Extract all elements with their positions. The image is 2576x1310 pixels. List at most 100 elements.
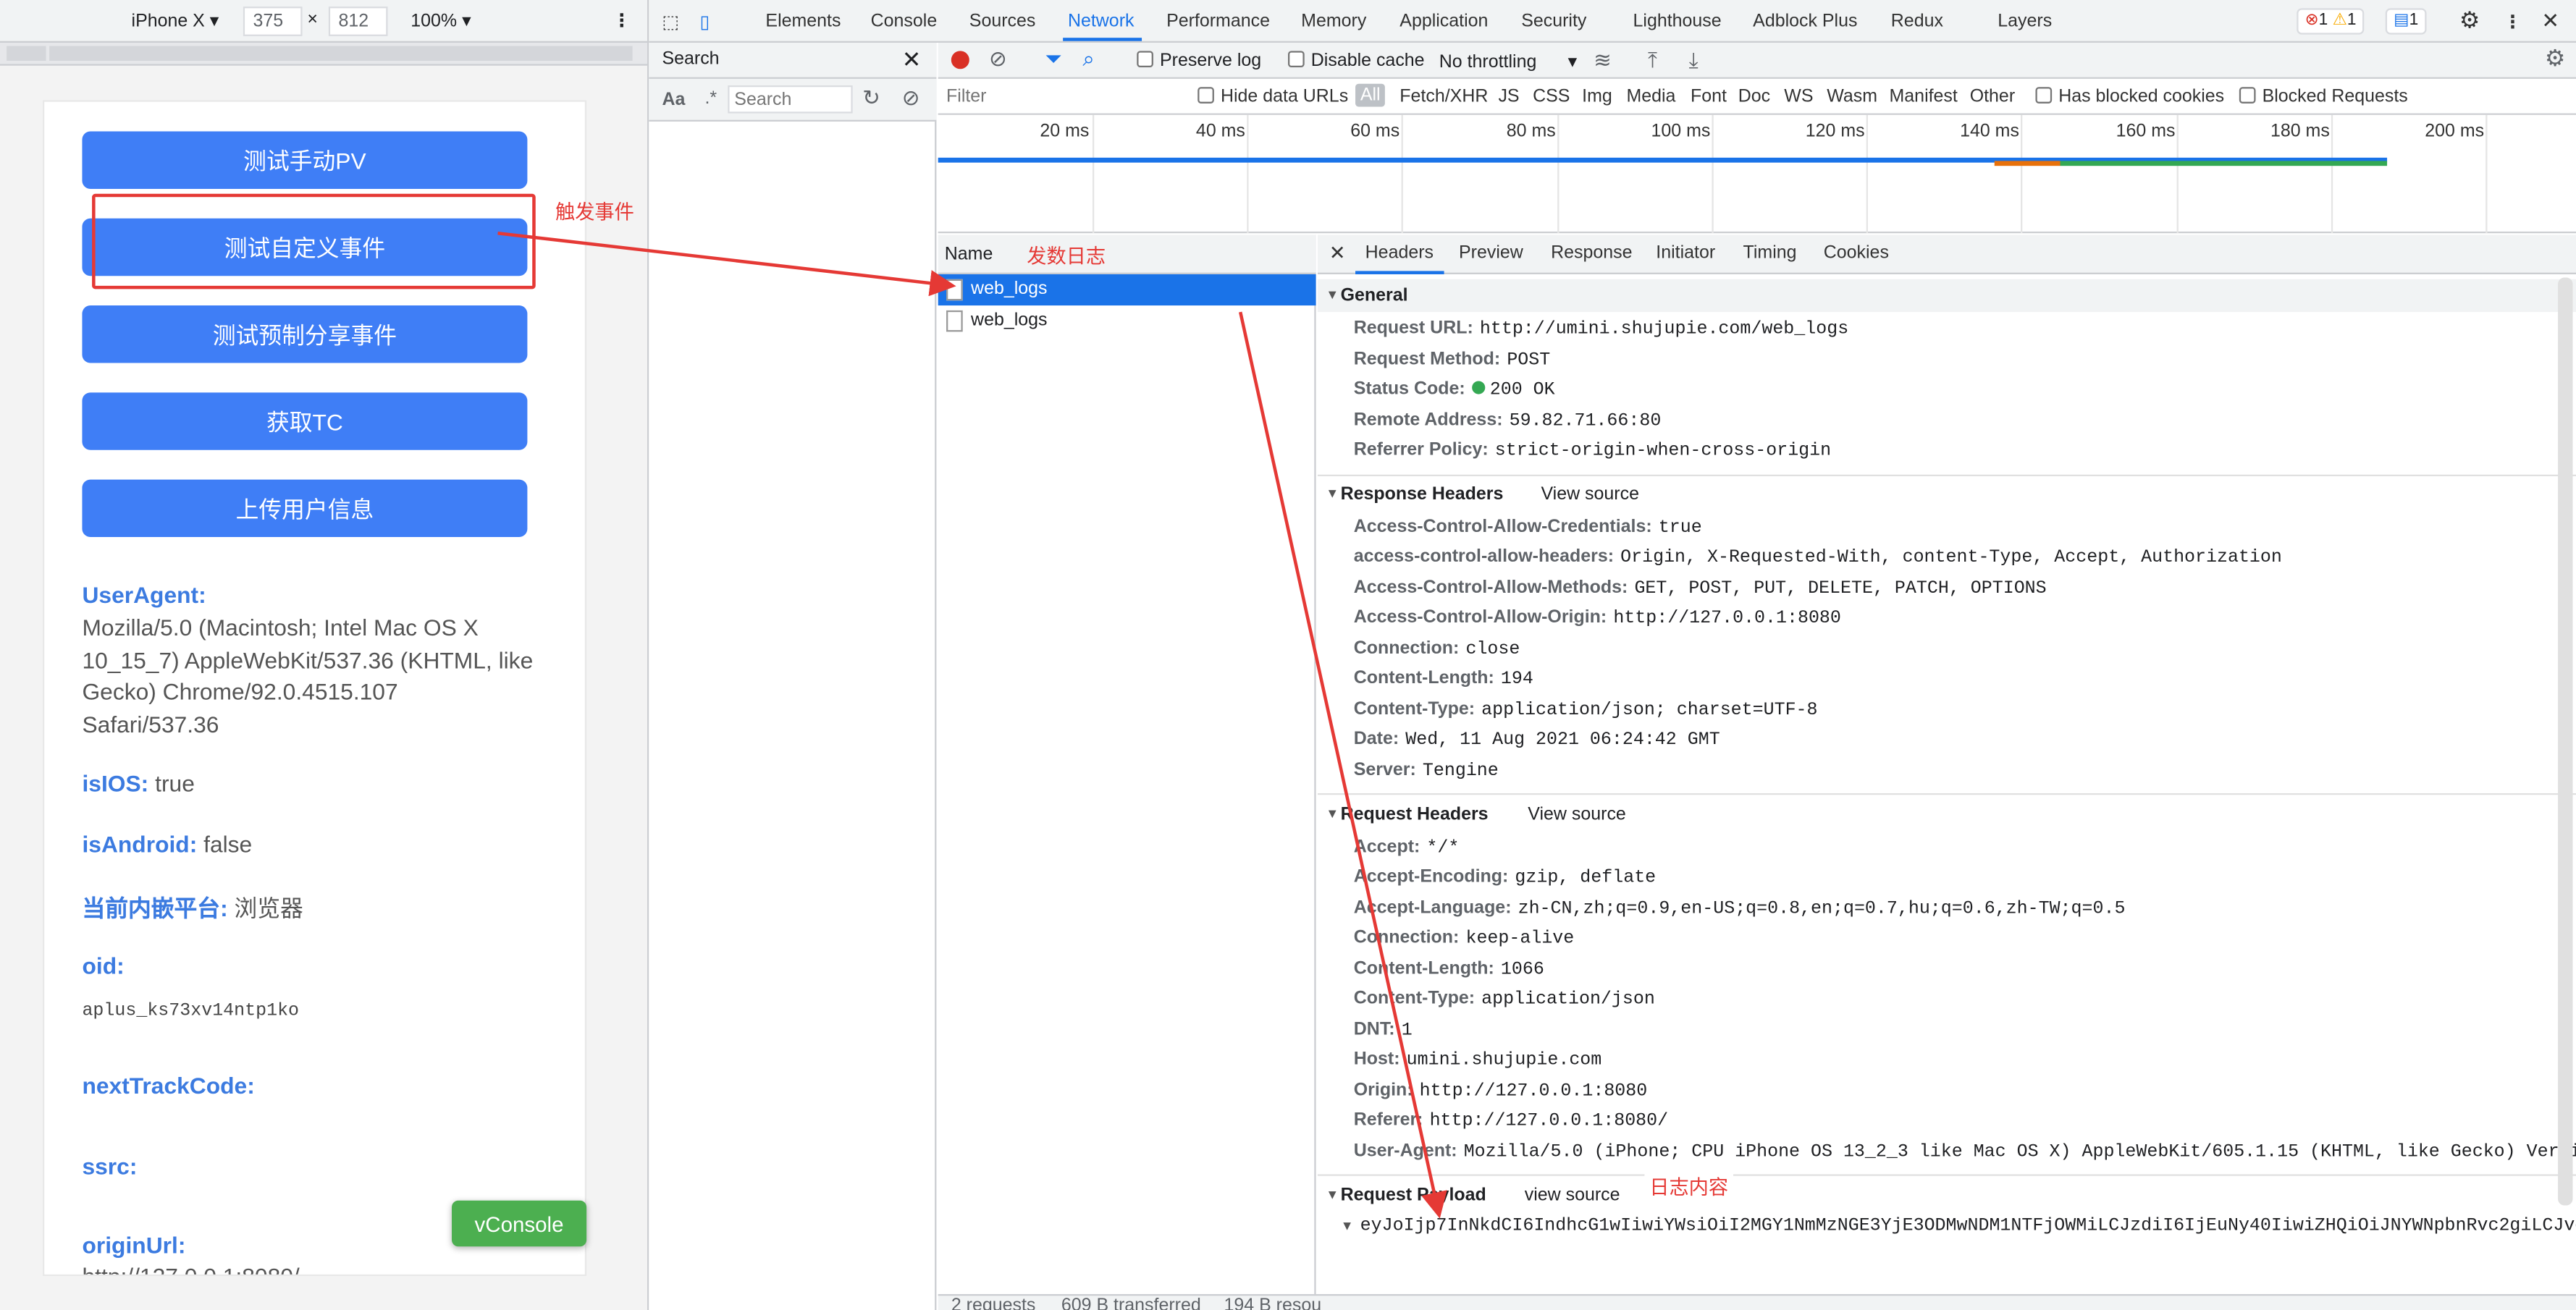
- device-select[interactable]: iPhone X ▾: [132, 10, 219, 31]
- request-row[interactable]: web_logs: [938, 305, 1316, 337]
- hide-data-urls-checkbox[interactable]: Hide data URLs: [1197, 87, 1348, 106]
- header-key: Access-Control-Allow-Methods:: [1353, 578, 1628, 598]
- clear-log-icon[interactable]: ⊘: [989, 46, 1007, 72]
- device-width-input[interactable]: 375: [243, 7, 303, 36]
- inspect-element-icon[interactable]: ⬚: [662, 12, 679, 33]
- filter-wasm[interactable]: Wasm: [1827, 87, 1877, 106]
- export-har-icon[interactable]: ⤓: [1689, 48, 1699, 74]
- tab-response[interactable]: Response: [1551, 243, 1632, 263]
- tab-cookies[interactable]: Cookies: [1824, 243, 1889, 263]
- header-row: Host: umini.shujupie.com: [1354, 1049, 1601, 1070]
- filter-input[interactable]: [941, 83, 1178, 111]
- tab-sources[interactable]: Sources: [969, 12, 1036, 31]
- timeline-overview[interactable]: 20 ms 40 ms 60 ms 80 ms 100 ms 120 ms 14…: [938, 114, 2576, 234]
- header-key: Content-Type:: [1353, 989, 1476, 1009]
- more-options-icon[interactable]: ⋮: [613, 10, 631, 31]
- payload-row[interactable]: ▼ eyJoIjp7InNkdCI6IndhcG1wIiwiYWsiOiI2MGY…: [1341, 1215, 2576, 1236]
- tab-elements[interactable]: Elements: [765, 12, 841, 31]
- clear-icon[interactable]: ⊘: [902, 85, 920, 111]
- filter-icon[interactable]: ⏷: [1045, 46, 1062, 72]
- settings-gear-icon[interactable]: ⚙: [2459, 7, 2480, 35]
- view-source-link[interactable]: View source: [1541, 484, 1639, 504]
- payload-section-header[interactable]: ▼ Request Payload view source: [1318, 1179, 2576, 1212]
- tab-performance[interactable]: Performance: [1166, 12, 1270, 31]
- header-key: Server:: [1353, 760, 1416, 780]
- test-manual-pv-button[interactable]: 测试手动PV: [82, 131, 528, 189]
- tab-lighthouse[interactable]: Lighthouse: [1633, 12, 1722, 31]
- header-row: Access-Control-Allow-Credentials: true: [1354, 517, 1702, 538]
- search-icon[interactable]: ⌕: [1082, 46, 1095, 72]
- filter-img[interactable]: Img: [1582, 87, 1612, 106]
- filter-all[interactable]: All: [1355, 83, 1386, 107]
- tab-redux[interactable]: Redux: [1891, 12, 1943, 31]
- filter-ws[interactable]: WS: [1784, 87, 1813, 106]
- filter-css[interactable]: CSS: [1533, 87, 1570, 106]
- timeline-tick: 60 ms: [1350, 121, 1400, 142]
- close-search-icon[interactable]: ✕: [902, 46, 922, 75]
- payload-title: Request Payload: [1340, 1186, 1486, 1206]
- tab-adblock-plus[interactable]: Adblock Plus: [1753, 12, 1857, 31]
- close-devtools-icon[interactable]: ✕: [2541, 8, 2559, 34]
- test-share-event-button[interactable]: 测试预制分享事件: [82, 305, 528, 363]
- filter-font[interactable]: Font: [1691, 87, 1727, 106]
- view-source-link[interactable]: view source: [1525, 1186, 1620, 1205]
- file-icon: [946, 279, 963, 301]
- filter-media[interactable]: Media: [1626, 87, 1675, 106]
- checkbox-icon: [1137, 51, 1153, 68]
- network-conditions-icon[interactable]: ≋: [1594, 48, 1612, 74]
- general-section-header[interactable]: ▼ General: [1317, 279, 2576, 313]
- timeline-tick: 160 ms: [2116, 121, 2176, 142]
- devtools-menu-icon[interactable]: ⋮: [2504, 12, 2522, 33]
- device-toggle-icon[interactable]: ▯: [700, 12, 710, 33]
- zoom-select[interactable]: 100% ▾: [411, 10, 471, 31]
- network-settings-icon[interactable]: ⚙: [2545, 44, 2566, 72]
- tab-network[interactable]: Network: [1068, 12, 1135, 31]
- tab-layers[interactable]: Layers: [1998, 12, 2052, 31]
- oid-value: aplus_ks73xv14ntp1ko: [82, 1002, 300, 1022]
- close-detail-icon[interactable]: ✕: [1329, 242, 1346, 265]
- upload-user-info-button[interactable]: 上传用户信息: [82, 479, 528, 538]
- request-row[interactable]: web_logs: [938, 274, 1316, 306]
- search-input[interactable]: [728, 85, 853, 114]
- disable-cache-checkbox[interactable]: Disable cache: [1288, 51, 1425, 71]
- request-headers-section-header[interactable]: ▼ Request Headers View source: [1318, 798, 2576, 831]
- filter-fetch-xhr[interactable]: Fetch/XHR: [1399, 87, 1488, 106]
- tab-headers[interactable]: Headers: [1365, 243, 1434, 263]
- error-badge[interactable]: ⊗1 ⚠1: [2297, 8, 2365, 35]
- view-source-link[interactable]: View source: [1528, 805, 1626, 824]
- header-row: Remote Address: 59.82.71.66:80: [1354, 410, 1662, 431]
- get-tc-button[interactable]: 获取TC: [82, 392, 528, 450]
- blocked-requests-checkbox[interactable]: Blocked Requests: [2239, 87, 2408, 106]
- filter-doc[interactable]: Doc: [1738, 87, 1770, 106]
- tab-initiator[interactable]: Initiator: [1656, 243, 1715, 263]
- detail-scrollbar[interactable]: [2558, 277, 2573, 1206]
- filter-js[interactable]: JS: [1498, 87, 1519, 106]
- timeline-tick: 80 ms: [1506, 121, 1556, 142]
- header-value: umini.shujupie.com: [1406, 1051, 1602, 1071]
- regex-toggle[interactable]: .*: [704, 89, 717, 109]
- tab-memory[interactable]: Memory: [1301, 12, 1366, 31]
- tab-preview[interactable]: Preview: [1459, 243, 1523, 263]
- response-headers-section-header[interactable]: ▼ Response Headers View source: [1318, 478, 2576, 510]
- tab-console[interactable]: Console: [871, 12, 938, 31]
- header-row: Origin: http://127.0.0.1:8080: [1354, 1081, 1647, 1102]
- search-panel: Search ✕ Aa .* ↻ ⊘: [649, 42, 937, 1310]
- tab-security[interactable]: Security: [1521, 12, 1586, 31]
- ssrc-label: ssrc:: [82, 1152, 138, 1180]
- message-badge[interactable]: ▤1: [2385, 8, 2427, 35]
- active-detail-tab-indicator: [1355, 271, 1444, 274]
- throttling-select[interactable]: No throttling ▾: [1439, 51, 1577, 72]
- preserve-log-checkbox[interactable]: Preserve log: [1137, 51, 1261, 71]
- match-case-toggle[interactable]: Aa: [662, 90, 685, 110]
- vconsole-button[interactable]: vConsole: [452, 1200, 587, 1247]
- tab-timing[interactable]: Timing: [1743, 243, 1797, 263]
- import-har-icon[interactable]: ⤒: [1648, 48, 1657, 74]
- tab-application[interactable]: Application: [1399, 12, 1488, 31]
- device-height-input[interactable]: 812: [328, 7, 388, 36]
- filter-other[interactable]: Other: [1970, 87, 2015, 106]
- refresh-icon[interactable]: ↻: [862, 85, 880, 111]
- has-blocked-cookies-checkbox[interactable]: Has blocked cookies: [2035, 87, 2224, 106]
- name-column-header[interactable]: Name: [938, 234, 1316, 274]
- record-icon[interactable]: [951, 51, 969, 69]
- filter-manifest[interactable]: Manifest: [1890, 87, 1958, 106]
